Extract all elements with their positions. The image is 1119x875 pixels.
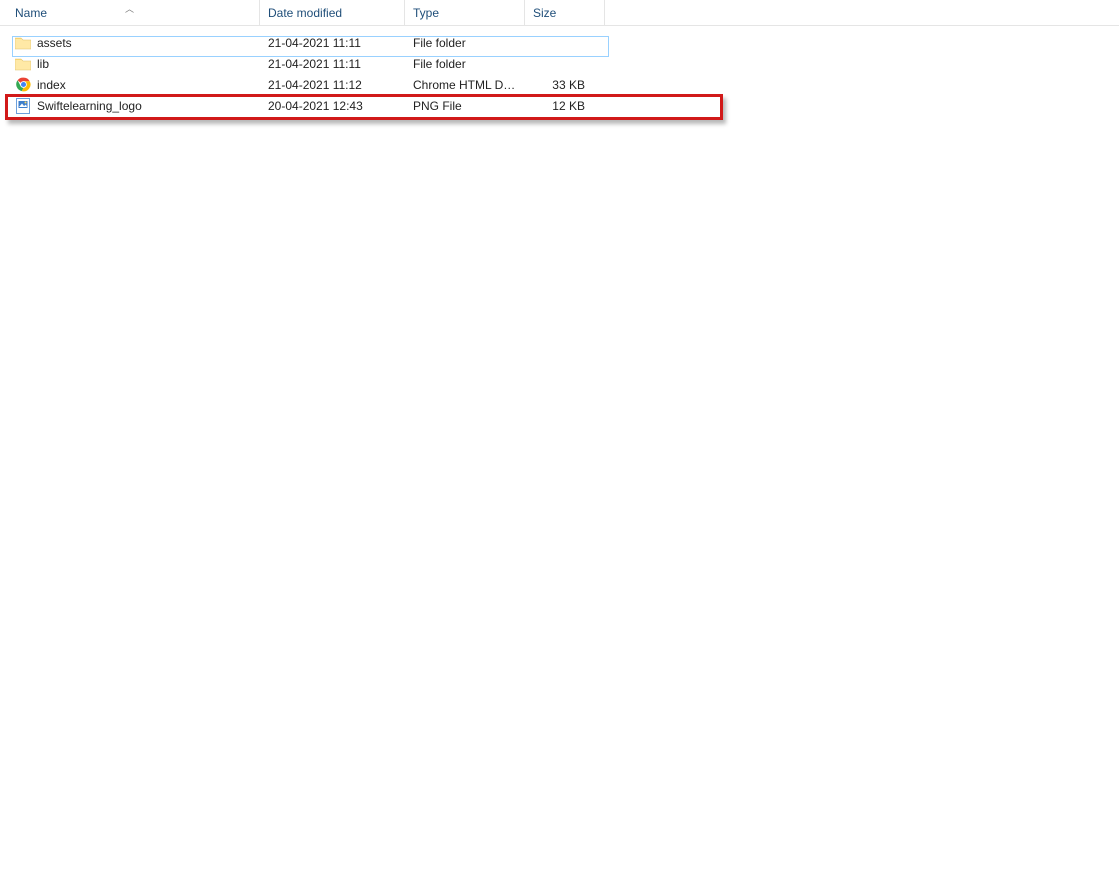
column-header-size-label: Size [533, 6, 556, 20]
file-date: 21-04-2021 11:11 [260, 57, 405, 71]
column-header-name[interactable]: Name ︿ [0, 0, 260, 25]
file-type: File folder [405, 57, 525, 71]
file-type: File folder [405, 36, 525, 50]
file-name: Swiftelearning_logo [37, 99, 142, 113]
file-list: assets 21-04-2021 11:11 File folder lib … [0, 26, 1119, 116]
column-header-date-label: Date modified [268, 6, 342, 20]
file-name: index [37, 78, 66, 92]
file-date: 21-04-2021 11:12 [260, 78, 405, 92]
file-name: assets [37, 36, 72, 50]
file-size: 33 KB [525, 78, 605, 92]
file-date: 21-04-2021 11:11 [260, 36, 405, 50]
column-header-date[interactable]: Date modified [260, 0, 405, 25]
file-row[interactable]: assets 21-04-2021 11:11 File folder [0, 32, 1119, 53]
file-type: Chrome HTML Do… [405, 78, 525, 92]
file-date: 20-04-2021 12:43 [260, 99, 405, 113]
file-size: 12 KB [525, 99, 605, 113]
column-header-name-label: Name [15, 6, 47, 20]
file-row[interactable]: Swiftelearning_logo 20-04-2021 12:43 PNG… [0, 95, 1119, 116]
file-row[interactable]: lib 21-04-2021 11:11 File folder [0, 53, 1119, 74]
column-header-row: Name ︿ Date modified Type Size [0, 0, 1119, 26]
file-row[interactable]: index 21-04-2021 11:12 Chrome HTML Do… 3… [0, 74, 1119, 95]
folder-icon [15, 56, 31, 72]
folder-icon [15, 35, 31, 51]
column-header-type-label: Type [413, 6, 439, 20]
file-type: PNG File [405, 99, 525, 113]
file-name: lib [37, 57, 49, 71]
sort-ascending-icon: ︿ [125, 2, 134, 15]
column-header-type[interactable]: Type [405, 0, 525, 25]
column-header-size[interactable]: Size [525, 0, 605, 25]
image-file-icon [15, 98, 31, 114]
chrome-icon [15, 77, 31, 93]
